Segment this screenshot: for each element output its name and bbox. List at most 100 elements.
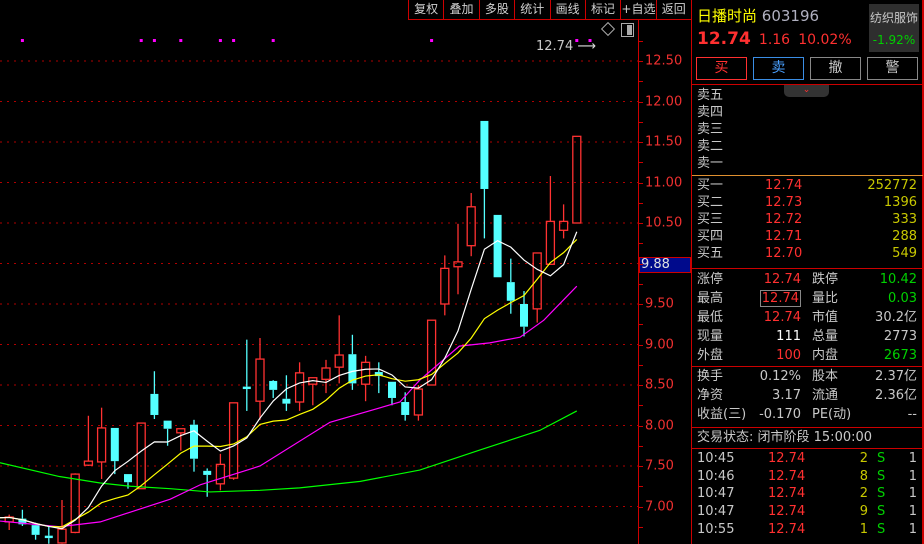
- candle-up[interactable]: [83, 415, 94, 466]
- candle-body: [401, 402, 410, 415]
- bid-label: 买一: [697, 178, 724, 193]
- tick-side: S: [877, 486, 886, 502]
- toolbar-multi-stock-button[interactable]: 多股: [480, 0, 516, 19]
- candle-up[interactable]: [360, 355, 371, 402]
- axis-tick-label: 8.00: [645, 418, 674, 433]
- toolbar-draw-button[interactable]: 画线: [551, 0, 586, 19]
- event-marker[interactable]: [232, 39, 236, 42]
- bid-row[interactable]: 买一 12.74 252772: [692, 177, 923, 194]
- divider: [692, 448, 923, 449]
- event-marker[interactable]: [179, 39, 183, 42]
- candle-down[interactable]: [282, 375, 291, 411]
- toolbar-back-button[interactable]: 返回: [657, 0, 691, 19]
- ma10-line: [0, 239, 578, 528]
- candle-up[interactable]: [136, 422, 146, 490]
- bid-row[interactable]: 买四 12.71 288: [692, 228, 923, 245]
- buy-button[interactable]: 买: [696, 57, 747, 80]
- ask-row[interactable]: 卖二: [692, 138, 923, 155]
- bid-row[interactable]: 买三 12.72 333: [692, 211, 923, 228]
- axis-tick-label: 11.50: [645, 134, 683, 150]
- toolbar-overlay-button[interactable]: 叠加: [444, 0, 480, 19]
- candle-body: [294, 372, 305, 403]
- event-marker[interactable]: [139, 39, 143, 42]
- event-marker[interactable]: [152, 39, 156, 42]
- event-marker[interactable]: [218, 39, 222, 42]
- stat-label: 市值: [812, 310, 839, 325]
- panel-toggle-icon[interactable]: [621, 23, 634, 37]
- candle-body: [282, 398, 291, 404]
- toolbar-mark-button[interactable]: 标记: [586, 0, 622, 19]
- candle-down[interactable]: [388, 381, 396, 406]
- candle-body: [360, 361, 371, 385]
- fundamental-row: 净资 3.17 流通 2.36亿: [692, 387, 923, 404]
- bid-label: 买二: [697, 195, 724, 210]
- axis-tick: [639, 526, 643, 528]
- industry-box[interactable]: 纺织服饰 -1.92%: [869, 4, 919, 52]
- candle-down[interactable]: [374, 362, 383, 394]
- ma5-line: [0, 231, 578, 530]
- ask-row[interactable]: 卖三: [692, 121, 923, 138]
- candle-down[interactable]: [520, 291, 528, 337]
- tick-price: 12.74: [768, 451, 806, 466]
- candle-up[interactable]: [294, 362, 305, 411]
- toolbar-stats-button[interactable]: 统计: [515, 0, 551, 19]
- candle-down[interactable]: [44, 526, 53, 544]
- ask-row[interactable]: 卖五: [692, 87, 923, 104]
- candle-body: [545, 220, 556, 265]
- axis-tick: [639, 466, 643, 467]
- event-marker[interactable]: [271, 39, 275, 42]
- toolbar-rights-button[interactable]: 复权: [409, 0, 445, 19]
- stat-value: 111: [776, 329, 801, 344]
- candle-up[interactable]: [215, 453, 226, 491]
- event-marker[interactable]: [430, 39, 434, 42]
- candle-down[interactable]: [150, 371, 159, 420]
- candle-up[interactable]: [453, 223, 463, 295]
- candle-down[interactable]: [110, 427, 119, 475]
- candle-up[interactable]: [96, 407, 107, 479]
- candle-up[interactable]: [413, 385, 424, 421]
- stat-row: 涨停 12.74 跌停 10.42: [692, 271, 923, 288]
- sell-button[interactable]: 卖: [753, 57, 804, 80]
- stat-row: 外盘 100 内盘 2673: [692, 347, 923, 364]
- candle-up[interactable]: [558, 204, 569, 239]
- candle-up[interactable]: [176, 428, 186, 451]
- fund-label: 股本: [812, 369, 839, 384]
- latest-price-annotation: 12.74 ⟶: [536, 39, 596, 54]
- candle-down[interactable]: [480, 120, 489, 239]
- candle-up[interactable]: [321, 359, 331, 394]
- candle-body: [228, 402, 239, 479]
- candle-body: [150, 393, 159, 415]
- candle-down[interactable]: [269, 380, 278, 398]
- fund-label: 收益(三): [697, 407, 747, 422]
- candle-up[interactable]: [466, 193, 476, 257]
- candle-up[interactable]: [308, 377, 318, 406]
- bid-row[interactable]: 买二 12.73 1396: [692, 194, 923, 211]
- ask-row[interactable]: 卖四: [692, 104, 923, 121]
- ask-row[interactable]: 卖一: [692, 155, 923, 172]
- candle-up[interactable]: [255, 338, 265, 420]
- bid-row[interactable]: 买五 12.70 549: [692, 245, 923, 262]
- latest-price-label: 12.74: [536, 39, 574, 54]
- candle-up[interactable]: [228, 402, 239, 480]
- bid-label: 买四: [697, 229, 724, 244]
- axis-tick: [639, 385, 643, 386]
- toolbar-add-watchlist-button[interactable]: +自选: [621, 0, 657, 19]
- candle-up[interactable]: [334, 315, 344, 384]
- candle-up[interactable]: [440, 255, 450, 316]
- candle-up[interactable]: [545, 176, 556, 265]
- ask-label: 卖二: [697, 139, 724, 154]
- candle-down[interactable]: [506, 258, 515, 314]
- cancel-order-button[interactable]: 撤: [810, 57, 861, 80]
- industry-name: 纺织服饰: [869, 11, 918, 25]
- axis-tick: [639, 405, 643, 407]
- candle-down[interactable]: [242, 339, 251, 411]
- alert-button[interactable]: 警: [867, 57, 918, 80]
- stat-label: 现量: [697, 329, 724, 344]
- kline-chart[interactable]: [0, 0, 638, 544]
- stat-row: 最低 12.74 市值 30.2亿: [692, 309, 923, 326]
- bid-volume: 549: [892, 246, 917, 261]
- candle-down[interactable]: [493, 214, 502, 278]
- candle-up[interactable]: [572, 135, 582, 224]
- event-marker[interactable]: [20, 39, 24, 42]
- price-change-pct: 10.02%: [798, 32, 852, 48]
